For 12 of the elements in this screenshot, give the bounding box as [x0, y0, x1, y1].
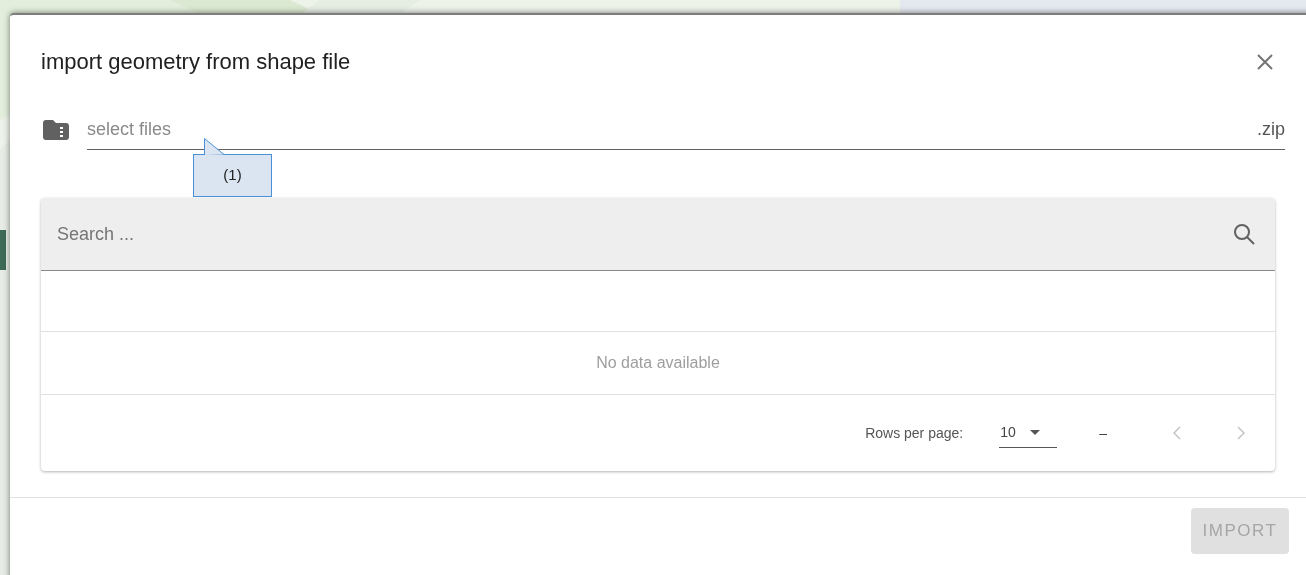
file-extension-suffix: .zip — [1257, 118, 1285, 141]
callout: (1) — [193, 138, 272, 197]
dialog-title: import geometry from shape file — [41, 48, 351, 76]
folder-icon — [43, 120, 69, 140]
search-icon[interactable] — [1233, 223, 1255, 245]
search-field[interactable]: Search ... — [41, 198, 1275, 271]
empty-message: No data available — [596, 353, 720, 373]
rows-per-page-label: Rows per page: — [865, 423, 964, 443]
page-range: – — [1099, 423, 1107, 443]
caret-icon — [1029, 430, 1040, 435]
callout-pointer — [204, 138, 226, 155]
rows-per-page-select[interactable]: 10 — [999, 418, 1058, 448]
